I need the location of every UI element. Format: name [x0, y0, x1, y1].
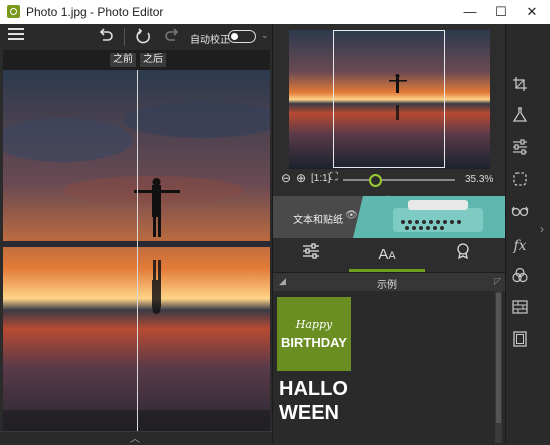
eye-icon: 👁: [345, 210, 358, 221]
auto-correct-label: 自动校正: [190, 35, 230, 46]
app-icon: [7, 5, 20, 18]
samples-list: Happy BIRTHDAY HALLO WEEN: [273, 291, 505, 443]
crop-icon[interactable]: [509, 76, 531, 98]
adjust-tab[interactable]: [273, 238, 349, 272]
text-icon: AA: [378, 246, 396, 263]
menu-icon[interactable]: [6, 27, 26, 47]
frame-icon[interactable]: [509, 331, 531, 353]
color-mix-icon[interactable]: [509, 267, 531, 289]
panel-tabs: AA: [273, 238, 505, 273]
selection-icon[interactable]: [509, 171, 531, 193]
side-panel: ⊖ ⊕ [1:1] ⛶ 35.3% ︿ 文本和贴纸 👁 AA ◢ 示例 ◸ Ha…: [272, 24, 505, 443]
undo-icon[interactable]: [96, 27, 116, 47]
glasses-icon[interactable]: [509, 203, 531, 225]
adjust-icon[interactable]: [509, 139, 531, 161]
title-bar: Photo 1.jpg - Photo Editor — ☐ ✕: [0, 0, 550, 25]
edit-toolbar: 自动校正 ⌄: [0, 24, 272, 50]
stickers-tab[interactable]: [425, 238, 501, 272]
bottom-collapse-bar[interactable]: ︿: [0, 431, 272, 445]
redo-icon[interactable]: [162, 27, 182, 47]
navigator-viewport-rect[interactable]: [333, 30, 445, 168]
texture-icon[interactable]: [509, 299, 531, 321]
badge-icon: [457, 243, 469, 260]
tool-column: fx ›: [505, 24, 550, 443]
chevron-down-icon[interactable]: ⌄: [261, 30, 269, 41]
image-canvas[interactable]: 之前 之后: [3, 50, 270, 431]
zoom-slider-knob[interactable]: [369, 174, 382, 187]
zoom-out-icon[interactable]: ⊖: [281, 171, 291, 185]
zoom-percent: 35.3%: [465, 174, 494, 185]
before-label: 之前: [110, 53, 136, 67]
text-tab[interactable]: AA: [349, 238, 425, 272]
actual-size-icon[interactable]: [1:1]: [311, 173, 330, 184]
scrollbar-thumb[interactable]: [496, 293, 501, 423]
expand-icon[interactable]: ◸: [494, 276, 501, 287]
sample-halloween[interactable]: HALLO WEEN: [279, 377, 348, 425]
after-label: 之后: [140, 53, 166, 67]
halloween-line2: WEEN: [279, 402, 339, 424]
birthday-line2: BIRTHDAY: [281, 335, 347, 350]
rotate-icon[interactable]: [134, 27, 154, 47]
text-and-stickers-banner[interactable]: 文本和贴纸 👁: [273, 196, 505, 238]
sliders-icon: [303, 243, 319, 259]
window-title: Photo 1.jpg - Photo Editor: [26, 5, 164, 19]
chevron-right-icon[interactable]: ›: [540, 222, 544, 236]
fx-icon[interactable]: fx: [509, 235, 531, 257]
samples-scrollbar[interactable]: [495, 291, 502, 443]
collapse-arrow-icon[interactable]: ◢: [279, 276, 286, 287]
toolbar-separator: [124, 28, 125, 46]
flask-icon[interactable]: [509, 107, 531, 129]
zoom-slider-track[interactable]: [343, 179, 455, 181]
sample-birthday[interactable]: Happy BIRTHDAY: [277, 297, 351, 371]
birthday-line1: Happy: [295, 318, 333, 331]
section-title: 示例: [377, 280, 397, 291]
fit-icon[interactable]: ⛶: [330, 171, 338, 184]
close-button[interactable]: ✕: [520, 2, 544, 22]
maximize-button[interactable]: ☐: [489, 2, 513, 22]
section-header[interactable]: ◢ 示例 ◸: [273, 273, 505, 291]
compare-divider-handle[interactable]: [137, 70, 138, 431]
halloween-line1: HALLO: [279, 378, 348, 400]
auto-correct-toggle[interactable]: [228, 30, 256, 43]
banner-label: 文本和贴纸: [293, 215, 343, 226]
zoom-in-icon[interactable]: ⊕: [296, 171, 306, 185]
navigator-thumbnail[interactable]: [289, 30, 490, 169]
minimize-button[interactable]: —: [458, 2, 482, 22]
